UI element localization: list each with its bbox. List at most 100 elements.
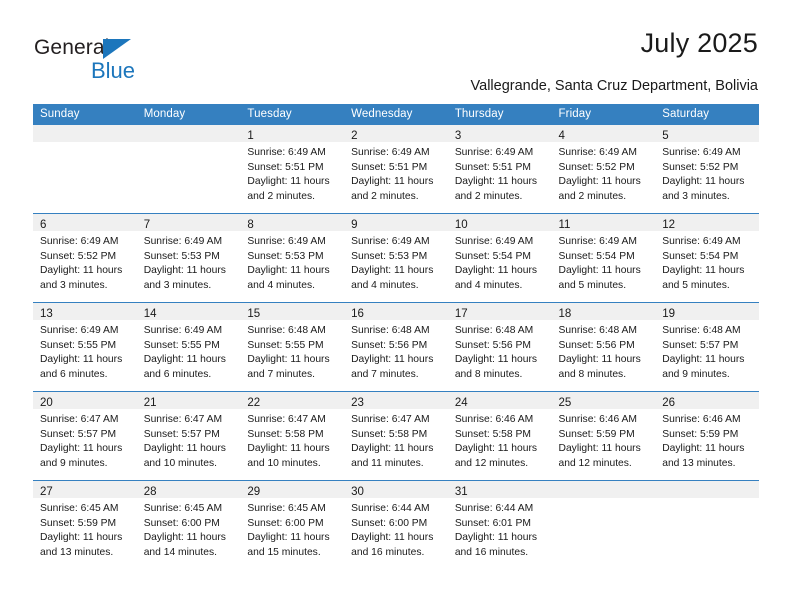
logo-text-general: General [34, 36, 110, 59]
day-number: 14 [143, 308, 157, 320]
calendar-day-cell[interactable]: 20 Sunrise: 6:47 AM Sunset: 5:57 PM Dayligh… [33, 391, 137, 481]
day-number: 19 [662, 308, 676, 320]
calendar-day-cell[interactable]: 15 Sunrise: 6:48 AM Sunset: 5:55 PM Dayligh… [240, 302, 345, 392]
calendar-day-cell[interactable]: 29 Sunrise: 6:45 AM Sunset: 6:00 PM Dayligh… [240, 480, 345, 569]
day-info-line: Sunrise: 6:48 AM [247, 325, 326, 336]
day-number-band: 20 [33, 392, 137, 409]
day-cell-content: 30 Sunrise: 6:44 AM Sunset: 6:00 PM Dayligh… [344, 481, 448, 569]
calendar-day-cell[interactable]: 2 Sunrise: 6:49 AM Sunset: 5:51 PM Daylight… [344, 125, 448, 214]
day-number: 7 [143, 219, 151, 231]
day-sun-info: Sunrise: 6:47 AM Sunset: 5:58 PM Daylight:… [240, 409, 344, 471]
day-number-band: 31 [447, 481, 552, 498]
weekday-header-saturday: Saturday [655, 104, 759, 125]
calendar-day-cell[interactable]: 27 Sunrise: 6:45 AM Sunset: 5:59 PM Dayligh… [33, 480, 137, 569]
calendar-day-cell[interactable]: 4 Sunrise: 6:49 AM Sunset: 5:52 PM Daylight… [551, 125, 656, 214]
calendar-day-cell[interactable]: 9 Sunrise: 6:49 AM Sunset: 5:53 PM Daylight… [344, 213, 448, 303]
day-info-line: Sunset: 5:51 PM [247, 161, 324, 173]
day-sun-info: Sunrise: 6:48 AM Sunset: 5:56 PM Daylight:… [344, 320, 448, 382]
calendar-day-cell[interactable]: 22 Sunrise: 6:47 AM Sunset: 5:58 PM Dayligh… [240, 391, 345, 481]
day-sun-info [33, 142, 137, 146]
calendar-cell-empty [33, 125, 137, 214]
day-cell-content: 27 Sunrise: 6:45 AM Sunset: 5:59 PM Dayligh… [33, 481, 137, 569]
calendar-day-cell[interactable]: 18 Sunrise: 6:48 AM Sunset: 5:56 PM Dayligh… [551, 302, 656, 392]
calendar-day-cell[interactable]: 5 Sunrise: 6:49 AM Sunset: 5:52 PM Daylight… [655, 125, 759, 214]
day-number: 11 [558, 219, 571, 231]
day-cell-content: 3 Sunrise: 6:49 AM Sunset: 5:51 PM Daylight… [447, 125, 552, 213]
day-info-line: Sunrise: 6:49 AM [247, 147, 326, 158]
calendar-day-cell[interactable]: 28 Sunrise: 6:45 AM Sunset: 6:00 PM Dayligh… [136, 480, 241, 569]
day-info-line: Daylight: 11 hours [662, 354, 745, 366]
day-number-band [136, 125, 241, 142]
day-info-line: Sunset: 5:57 PM [143, 428, 220, 440]
calendar-day-cell[interactable]: 19 Sunrise: 6:48 AM Sunset: 5:57 PM Dayligh… [655, 302, 759, 392]
day-number-band: 27 [33, 481, 137, 498]
calendar-day-cell[interactable]: 23 Sunrise: 6:47 AM Sunset: 5:58 PM Dayligh… [344, 391, 448, 481]
day-info-line: Sunset: 5:51 PM [351, 161, 428, 173]
day-number-band: 24 [447, 392, 552, 409]
day-number: 15 [247, 308, 261, 320]
calendar-day-cell[interactable]: 14 Sunrise: 6:49 AM Sunset: 5:55 PM Dayligh… [136, 302, 241, 392]
calendar-day-cell[interactable]: 30 Sunrise: 6:44 AM Sunset: 6:00 PM Dayligh… [344, 480, 448, 569]
day-info-line: Daylight: 11 hours [351, 532, 434, 544]
calendar-day-cell[interactable]: 13 Sunrise: 6:49 AM Sunset: 5:55 PM Dayligh… [33, 302, 137, 392]
day-info-line: Sunset: 5:59 PM [558, 428, 635, 440]
day-sun-info: Sunrise: 6:47 AM Sunset: 5:57 PM Daylight:… [33, 409, 137, 471]
general-blue-logo[interactable]: General Blue [34, 36, 274, 92]
day-number: 5 [662, 130, 669, 142]
day-info-line: Daylight: 11 hours [143, 532, 226, 544]
calendar-day-cell[interactable]: 26 Sunrise: 6:46 AM Sunset: 5:59 PM Dayligh… [655, 391, 759, 481]
calendar-day-cell[interactable]: 1 Sunrise: 6:49 AM Sunset: 5:51 PM Daylight… [240, 125, 345, 214]
day-info-line: Sunset: 5:58 PM [454, 428, 531, 440]
day-sun-info: Sunrise: 6:48 AM Sunset: 5:57 PM Daylight:… [655, 320, 759, 382]
day-info-line: Sunrise: 6:49 AM [351, 147, 430, 158]
day-info-line: Daylight: 11 hours [662, 265, 745, 277]
calendar-day-cell[interactable]: 7 Sunrise: 6:49 AM Sunset: 5:53 PM Daylight… [136, 213, 241, 303]
day-number: 30 [351, 486, 364, 498]
logo-text-blue: Blue [91, 58, 136, 83]
day-info-line: Sunset: 5:53 PM [351, 250, 428, 262]
day-sun-info: Sunrise: 6:49 AM Sunset: 5:54 PM Daylight:… [655, 231, 759, 293]
day-info-line: and 4 minutes. [351, 279, 419, 291]
day-cell-content: 8 Sunrise: 6:49 AM Sunset: 5:53 PM Daylight… [240, 214, 345, 302]
day-info-line: Sunset: 5:53 PM [247, 250, 324, 262]
calendar-week-row: 6 Sunrise: 6:49 AM Sunset: 5:52 PM Daylight… [33, 213, 759, 303]
day-info-line: Sunset: 6:00 PM [351, 517, 428, 529]
calendar-week-row: 27 Sunrise: 6:45 AM Sunset: 5:59 PM Dayligh… [33, 480, 759, 569]
day-number: 17 [454, 308, 468, 320]
day-number-band: 22 [240, 392, 345, 409]
calendar-day-cell[interactable]: 31 Sunrise: 6:44 AM Sunset: 6:01 PM Dayligh… [447, 480, 552, 569]
day-number: 18 [558, 308, 572, 320]
day-number: 12 [662, 219, 676, 231]
day-info-line: and 16 minutes. [351, 546, 425, 558]
day-sun-info: Sunrise: 6:49 AM Sunset: 5:53 PM Daylight:… [240, 231, 344, 293]
calendar-day-cell[interactable]: 10 Sunrise: 6:49 AM Sunset: 5:54 PM Dayligh… [447, 213, 552, 303]
calendar-day-cell[interactable]: 6 Sunrise: 6:49 AM Sunset: 5:52 PM Daylight… [33, 213, 137, 303]
calendar-day-cell[interactable]: 16 Sunrise: 6:48 AM Sunset: 5:56 PM Dayligh… [344, 302, 448, 392]
day-sun-info: Sunrise: 6:45 AM Sunset: 6:00 PM Daylight:… [137, 498, 241, 560]
calendar-day-cell[interactable]: 11 Sunrise: 6:49 AM Sunset: 5:54 PM Dayligh… [551, 213, 656, 303]
day-info-line: Sunset: 5:57 PM [662, 339, 739, 351]
weekday-header-wednesday: Wednesday [344, 104, 448, 125]
calendar-day-cell[interactable]: 12 Sunrise: 6:49 AM Sunset: 5:54 PM Dayligh… [655, 213, 759, 303]
day-info-line: Sunrise: 6:44 AM [454, 503, 534, 514]
calendar-day-cell[interactable]: 25 Sunrise: 6:46 AM Sunset: 5:59 PM Dayligh… [551, 391, 656, 481]
day-number: 16 [351, 308, 364, 320]
day-number-band: 9 [344, 214, 448, 231]
calendar-cell-empty [551, 480, 656, 569]
calendar-day-cell[interactable]: 8 Sunrise: 6:49 AM Sunset: 5:53 PM Daylight… [240, 213, 345, 303]
calendar-day-cell[interactable]: 21 Sunrise: 6:47 AM Sunset: 5:57 PM Dayligh… [136, 391, 241, 481]
day-info-line: Sunrise: 6:49 AM [454, 147, 534, 158]
calendar-day-cell[interactable]: 24 Sunrise: 6:46 AM Sunset: 5:58 PM Dayligh… [447, 391, 552, 481]
day-number-band: 5 [655, 125, 759, 142]
day-info-line: Sunrise: 6:49 AM [662, 236, 741, 247]
day-number: 27 [40, 486, 53, 498]
day-info-line: and 2 minutes. [454, 190, 523, 202]
day-sun-info: Sunrise: 6:46 AM Sunset: 5:59 PM Daylight:… [552, 409, 656, 471]
calendar-day-cell[interactable]: 17 Sunrise: 6:48 AM Sunset: 5:56 PM Dayligh… [447, 302, 552, 392]
day-number-band: 17 [447, 303, 552, 320]
day-number-band: 4 [551, 125, 656, 142]
day-sun-info: Sunrise: 6:49 AM Sunset: 5:52 PM Daylight:… [552, 142, 656, 204]
calendar-day-cell[interactable]: 3 Sunrise: 6:49 AM Sunset: 5:51 PM Daylight… [447, 125, 552, 214]
day-info-line: and 10 minutes. [247, 457, 321, 469]
day-info-line: Sunrise: 6:49 AM [662, 147, 741, 158]
